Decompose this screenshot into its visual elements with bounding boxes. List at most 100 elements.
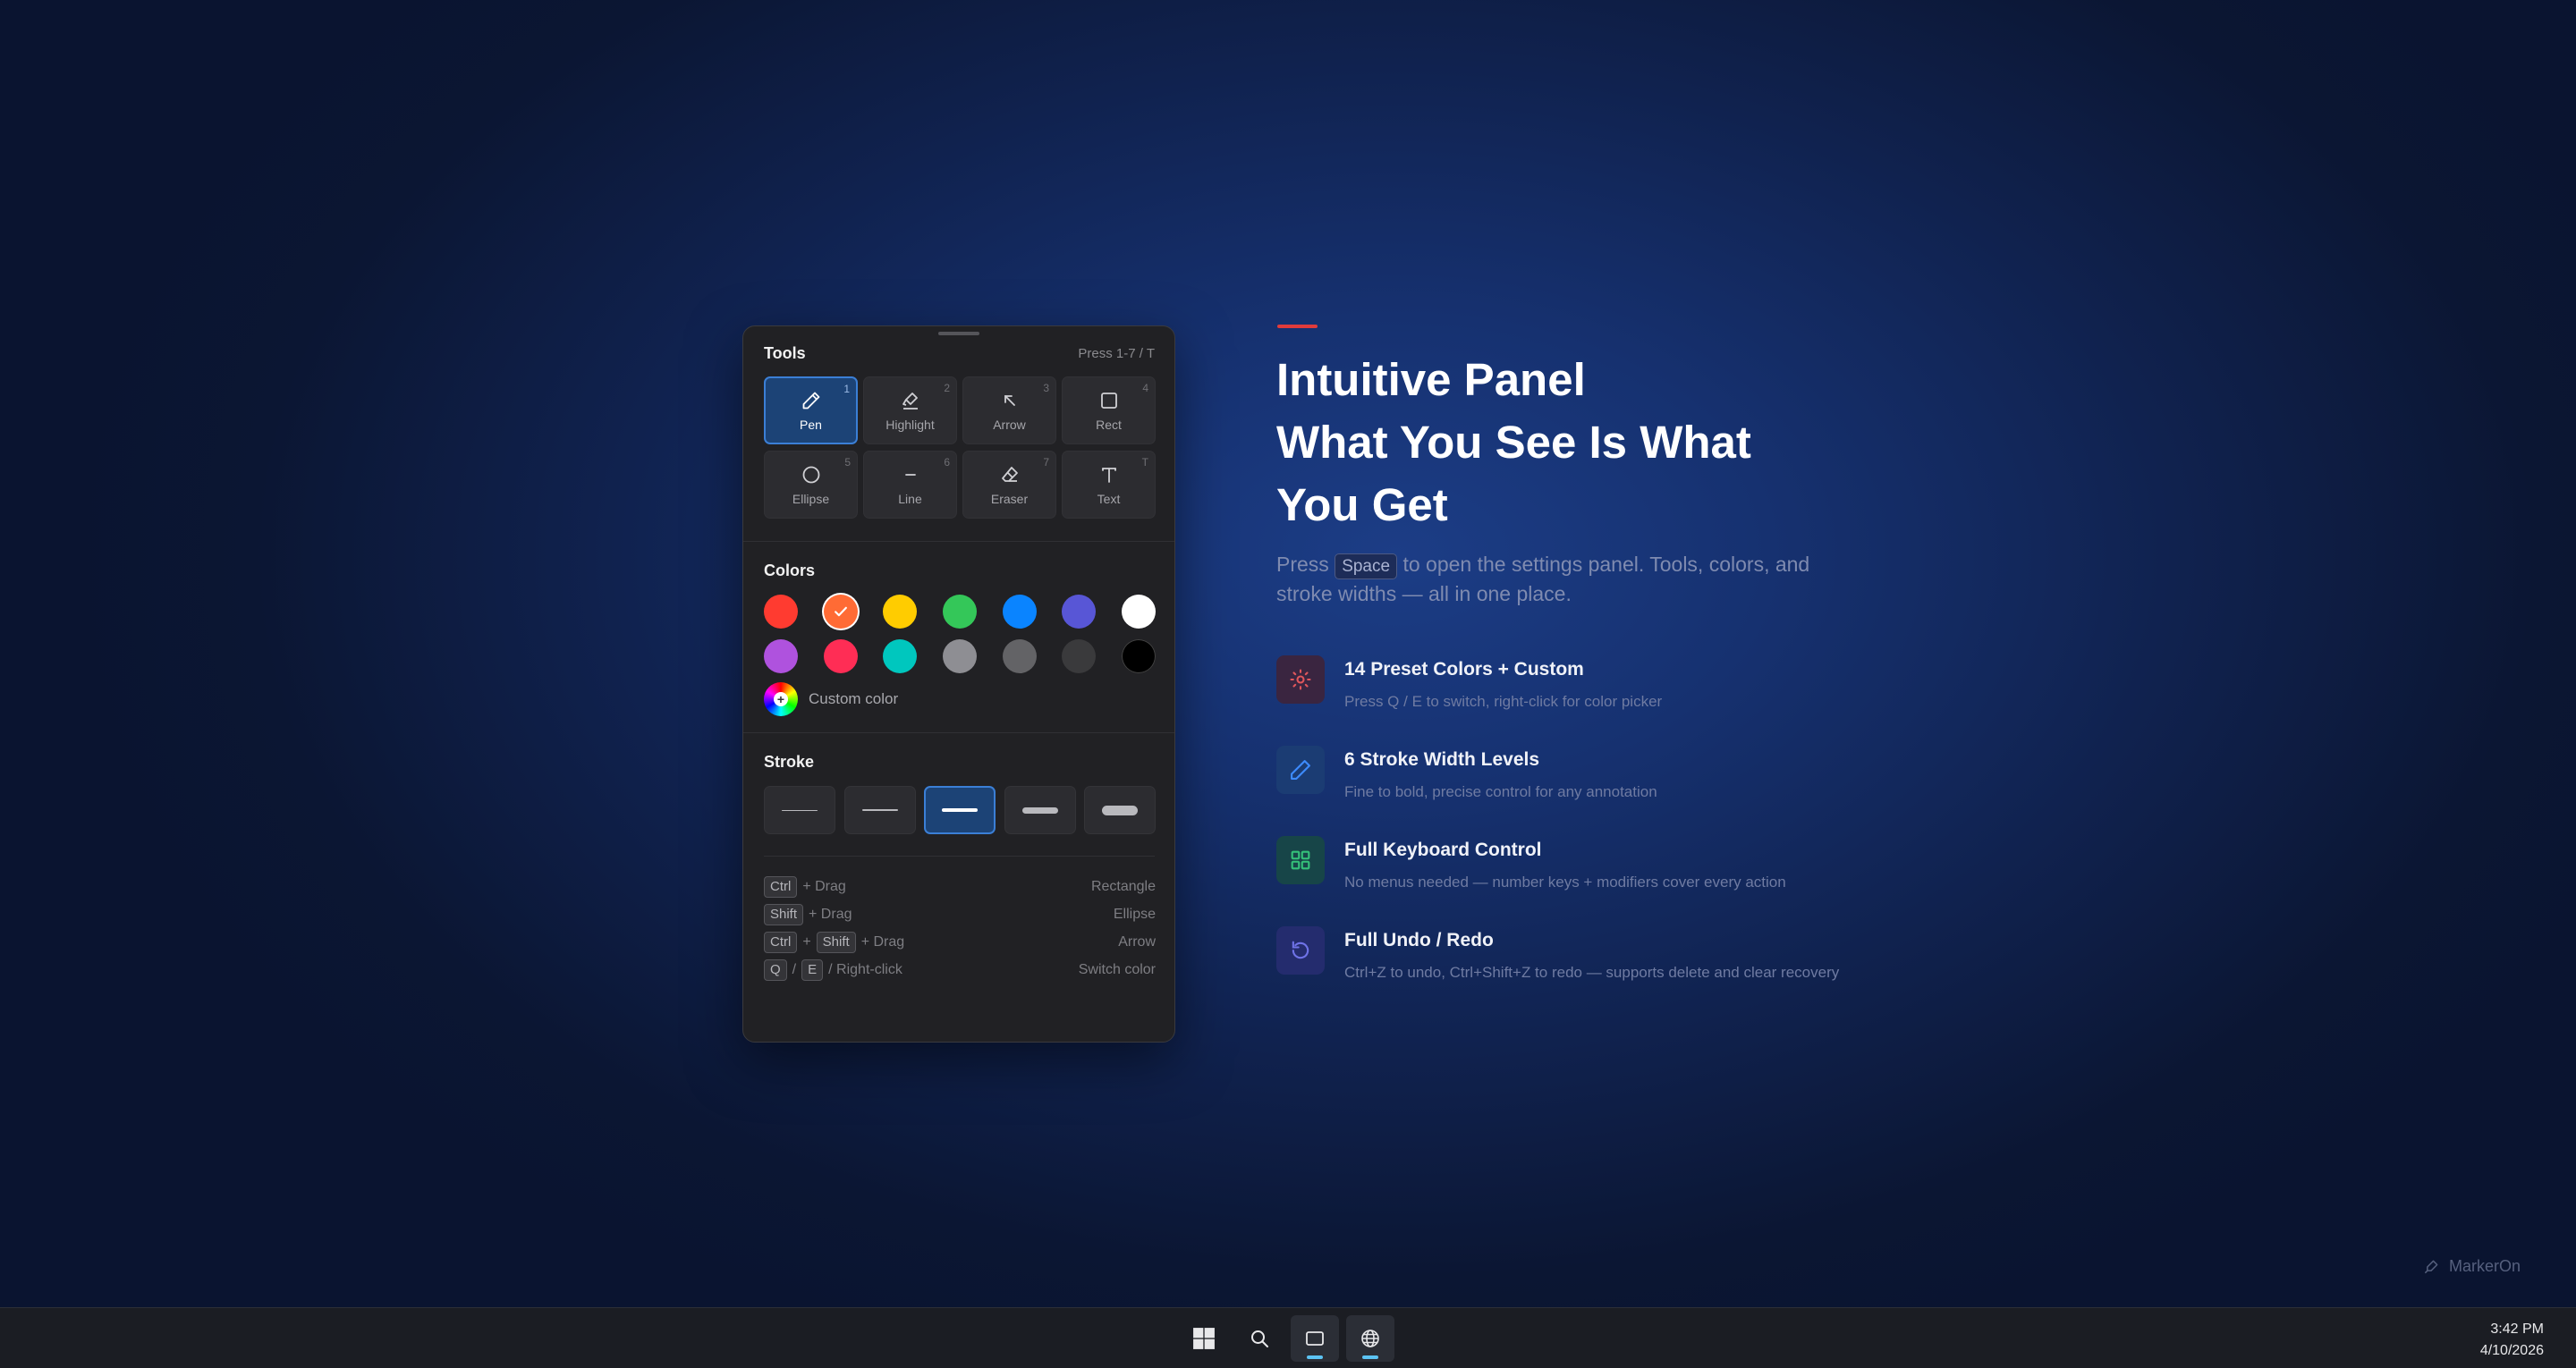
headline-line: Intuitive Panel <box>1276 354 1586 405</box>
color-swatch[interactable] <box>1062 639 1097 673</box>
feature-item: Full Undo / Redo Ctrl+Z to undo, Ctrl+Sh… <box>1276 926 1849 1007</box>
colors-title: Colors <box>764 562 816 579</box>
tool-label: Line <box>898 491 922 506</box>
pen-icon <box>802 392 819 409</box>
color-swatch[interactable] <box>942 639 977 673</box>
tool-shortcut: 5 <box>844 456 851 469</box>
shortcut-action: Arrow <box>1118 933 1156 950</box>
tool-shortcut: T <box>1141 456 1148 469</box>
color-swatch[interactable] <box>1002 639 1037 673</box>
tool-shortcut: 1 <box>843 383 850 395</box>
feature-title: 6 Stroke Width Levels <box>1344 749 1540 770</box>
color-swatch[interactable] <box>883 595 918 629</box>
color-swatch[interactable] <box>1002 595 1037 629</box>
divider <box>743 732 1174 733</box>
rectangle-icon <box>1100 392 1117 409</box>
eraser-icon <box>1001 466 1018 482</box>
tool-pen[interactable]: 1 Pen <box>764 376 858 444</box>
tool-label: Arrow <box>993 417 1026 432</box>
color-swatch[interactable] <box>883 639 918 673</box>
tool-eraser[interactable]: 7 Eraser <box>962 451 1056 519</box>
shortcut-text: + Drag <box>802 878 846 894</box>
tool-line[interactable]: 6 Line <box>863 451 957 519</box>
space-key: Space <box>1335 553 1398 579</box>
shortcut-text: / Right-click <box>828 961 902 977</box>
color-swatch[interactable] <box>1121 595 1156 629</box>
shortcut-row: Ctrl + Drag Rectangle <box>764 873 1156 900</box>
key-cap: Shift <box>816 931 856 953</box>
pencil-icon <box>1276 746 1325 794</box>
color-swatch[interactable] <box>823 639 858 673</box>
text-icon <box>1101 467 1116 483</box>
divider <box>743 541 1174 542</box>
headline-line: You Get <box>1276 479 1448 530</box>
shortcut-text: / <box>792 961 797 977</box>
feature-item: 6 Stroke Width Levels Fine to bold, prec… <box>1276 746 1849 826</box>
search-button[interactable] <box>1235 1315 1284 1362</box>
task-view-button[interactable] <box>1291 1315 1339 1362</box>
custom-color-label: Custom color <box>809 690 899 707</box>
color-palette <box>764 595 1156 673</box>
key-cap: Ctrl <box>764 875 798 898</box>
tool-arrow[interactable]: 3 Arrow <box>962 376 1056 444</box>
stroke-option[interactable] <box>843 786 916 834</box>
system-clock[interactable]: 3:42 PM 4/10/2026 <box>2480 1319 2544 1362</box>
line-icon <box>904 473 916 476</box>
active-indicator <box>1362 1355 1378 1359</box>
shortcut-list: Ctrl + Drag Rectangle Shift + Drag Ellipse… <box>764 873 1156 984</box>
stroke-option[interactable] <box>764 786 835 834</box>
browser-button[interactable] <box>1346 1315 1394 1362</box>
tool-label: Rect <box>1096 417 1122 432</box>
shortcut-text: + <box>802 933 811 950</box>
stroke-sample <box>942 808 978 812</box>
stroke-option[interactable] <box>1084 786 1156 834</box>
color-swatch[interactable] <box>764 639 798 673</box>
key-cap: Q <box>764 958 787 981</box>
tool-rect[interactable]: 4 Rect <box>1062 376 1156 444</box>
accent-bar <box>1277 325 1318 328</box>
lead-paragraph: Press Space to open the settings panel. … <box>1276 550 1849 608</box>
start-button[interactable] <box>1180 1315 1228 1362</box>
tool-text[interactable]: T Text <box>1062 451 1156 519</box>
stroke-sample <box>861 809 898 811</box>
color-swatch[interactable] <box>942 595 977 629</box>
grid-icon <box>1276 836 1325 884</box>
tool-ellipse[interactable]: 5 Ellipse <box>764 451 858 519</box>
feature-title: 14 Preset Colors + Custom <box>1344 659 1584 680</box>
headline: Intuitive Panel What You See Is What You… <box>1276 349 1849 536</box>
color-swatch[interactable] <box>1062 595 1097 629</box>
custom-color-button[interactable]: + Custom color <box>764 682 898 716</box>
tool-shortcut: 2 <box>944 382 950 394</box>
shortcut-action: Rectangle <box>1090 878 1156 894</box>
shortcut-row: Q / E / Right-click Switch color <box>764 956 1156 984</box>
palette-icon <box>1276 655 1325 704</box>
headline-line: What You See Is What <box>1276 417 1751 468</box>
undo-icon <box>1276 926 1325 975</box>
stroke-width-picker <box>764 786 1156 834</box>
feature-description: Fine to bold, precise control for any an… <box>1344 783 1657 800</box>
taskbar: 3:42 PM 4/10/2026 <box>0 1307 2576 1368</box>
highlighter-icon <box>902 392 918 410</box>
task-view-icon <box>1306 1331 1324 1346</box>
shortcut-action: Ellipse <box>1113 906 1156 922</box>
shortcut-text: + Drag <box>860 933 905 950</box>
feature-title: Full Undo / Redo <box>1344 930 1494 950</box>
lead-prefix: Press <box>1276 553 1329 576</box>
key-cap: Ctrl <box>764 931 798 953</box>
shortcut-action: Switch color <box>1078 961 1156 977</box>
color-swatch[interactable] <box>823 595 858 629</box>
color-swatch[interactable] <box>1121 639 1156 673</box>
tool-shortcut: 4 <box>1142 382 1148 394</box>
stroke-option[interactable] <box>1004 786 1076 834</box>
tool-label: Eraser <box>990 491 1029 506</box>
stroke-option[interactable] <box>924 786 996 834</box>
color-swatch[interactable] <box>764 595 798 629</box>
feature-description: Ctrl+Z to undo, Ctrl+Shift+Z to redo — s… <box>1344 964 1840 981</box>
tool-label: Ellipse <box>792 491 830 506</box>
tool-grid: 1 Pen 2 Highlight 3 Arrow 4 Rect 5 Ellip… <box>764 376 1156 519</box>
brand-name: MarkerOn <box>2449 1257 2521 1275</box>
tool-highlight[interactable]: 2 Highlight <box>863 376 957 444</box>
key-cap: E <box>801 958 824 981</box>
drag-handle[interactable] <box>938 332 979 335</box>
feature-description: No menus needed — number keys + modifier… <box>1344 874 1786 891</box>
